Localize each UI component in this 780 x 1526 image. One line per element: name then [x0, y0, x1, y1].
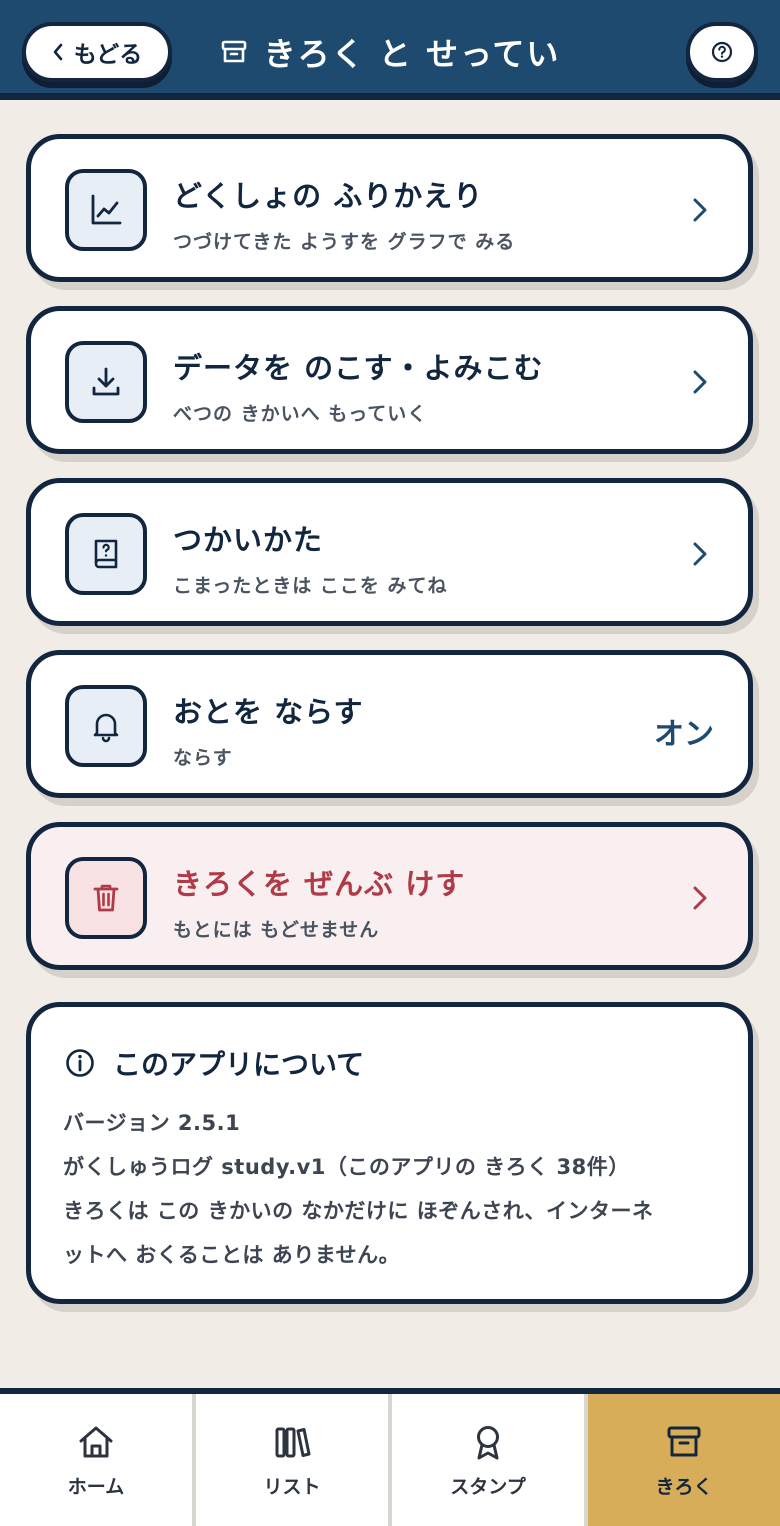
- log-info-text: がくしゅうログ study.v1（このアプリの きろく 38件）: [63, 1155, 630, 1179]
- menu-item-subtitle: こまったときは ここを みてね: [173, 575, 448, 597]
- archive-icon: [667, 1426, 701, 1456]
- nav-label: きろく: [655, 1475, 713, 1498]
- version-text: バージョン 2.5.1: [63, 1111, 241, 1135]
- about-heading: このアプリについて: [65, 1043, 364, 1083]
- icon-box: [65, 857, 147, 939]
- nav-tab-stamps[interactable]: スタンプ: [392, 1394, 588, 1526]
- menu-item-subtitle: べつの きかいへ もっていく: [173, 403, 428, 425]
- download-icon: [92, 367, 120, 396]
- header: もどる きろく と せってい: [0, 0, 780, 100]
- bell-icon: [93, 713, 119, 743]
- icon-box: [65, 513, 147, 595]
- nav-tab-records[interactable]: きろく: [588, 1394, 780, 1526]
- nav-label: スタンプ: [450, 1475, 526, 1498]
- chevron-right-icon: [693, 198, 707, 222]
- menu-item-subtitle: ならす: [173, 747, 233, 769]
- trash-icon: [93, 884, 119, 912]
- archive-icon: [221, 40, 246, 63]
- badge-icon: [477, 1425, 499, 1459]
- menu-item-reading-review[interactable]: どくしょの ふりかえり つづけてきた ようすを グラフで みる: [26, 134, 753, 282]
- bottom-nav: ホーム リスト スタンプ きろく: [0, 1388, 780, 1526]
- question-circle-icon: [711, 41, 733, 63]
- menu-item-subtitle: つづけてきた ようすを グラフで みる: [173, 231, 516, 253]
- menu-item-title: おとを ならす: [173, 695, 364, 729]
- menu-item-title: つかいかた: [173, 523, 324, 557]
- menu-item-title: データを のこす・よみこむ: [173, 351, 544, 385]
- sound-toggle-value[interactable]: オン: [654, 709, 714, 753]
- about-panel: このアプリについて バージョン 2.5.1 がくしゅうログ study.v1（こ…: [26, 1002, 753, 1304]
- nav-tab-list[interactable]: リスト: [196, 1394, 392, 1526]
- icon-box: [65, 341, 147, 423]
- nav-label: ホーム: [67, 1475, 125, 1498]
- icon-box: [65, 169, 147, 251]
- chevron-right-icon: [693, 886, 707, 910]
- chevron-right-icon: [693, 370, 707, 394]
- menu-item-how-to-use[interactable]: つかいかた こまったときは ここを みてね: [26, 478, 753, 626]
- privacy-text-line2: ットへ おくることは ありません。: [63, 1243, 401, 1267]
- books-icon: [275, 1427, 311, 1457]
- icon-box: [65, 685, 147, 767]
- home-icon: [79, 1426, 113, 1457]
- page-title: きろく と せってい: [0, 26, 780, 78]
- menu-item-sound-toggle[interactable]: おとを ならす ならす オン: [26, 650, 753, 798]
- help-book-icon: [94, 539, 118, 569]
- chart-icon: [91, 194, 122, 225]
- menu-item-delete-all[interactable]: きろくを ぜんぶ けす もとには もどせません: [26, 822, 753, 970]
- info-icon: [66, 1049, 94, 1077]
- menu-item-title: どくしょの ふりかえり: [173, 179, 484, 213]
- chevron-right-icon: [693, 542, 707, 566]
- nav-tab-home[interactable]: ホーム: [0, 1394, 196, 1526]
- menu-item-title: きろくを ぜんぶ けす: [173, 867, 466, 901]
- help-button[interactable]: [686, 22, 758, 82]
- privacy-text-line1: きろくは この きかいの なかだけに ほぞんされ、インターネ: [63, 1199, 654, 1223]
- page-title-text: きろく と せってい: [263, 35, 561, 73]
- about-title: このアプリについて: [113, 1048, 365, 1081]
- menu-item-data-export-import[interactable]: データを のこす・よみこむ べつの きかいへ もっていく: [26, 306, 753, 454]
- nav-label: リスト: [263, 1475, 321, 1498]
- menu-item-subtitle: もとには もどせません: [173, 919, 380, 941]
